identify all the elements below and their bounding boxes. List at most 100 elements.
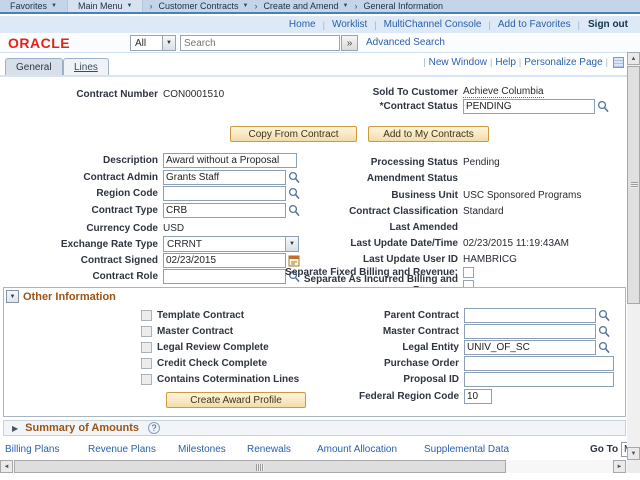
processing-status-value: Pending: [463, 157, 500, 168]
last-update-user-label: Last Update User ID: [258, 254, 458, 265]
separator: |: [374, 20, 376, 30]
federal-region-code-row: Federal Region Code: [259, 388, 492, 404]
sign-out-link[interactable]: Sign out: [588, 19, 628, 30]
revenue-plans-link[interactable]: Revenue Plans: [88, 444, 156, 455]
lookup-icon[interactable]: [597, 100, 609, 113]
expand-section-icon[interactable]: ▶: [12, 424, 18, 433]
search-input[interactable]: [180, 35, 340, 51]
credit-check-complete-checkbox[interactable]: [141, 358, 152, 369]
amendment-status-label: Amendment Status: [258, 173, 458, 184]
scroll-right-button[interactable]: ►: [613, 460, 626, 473]
breadcrumb-customer-contracts[interactable]: Customer Contracts ▼: [158, 1, 248, 11]
breadcrumb-separator-icon: ›: [149, 1, 152, 11]
help-link[interactable]: Help: [495, 57, 516, 68]
oracle-logo: ORACLE: [8, 35, 70, 51]
collapse-section-button[interactable]: ▼: [6, 290, 19, 303]
scroll-left-button[interactable]: ◄: [0, 460, 13, 473]
proposal-id-label: Proposal ID: [259, 374, 459, 385]
horizontal-scrollbar[interactable]: ◄ ►: [0, 460, 627, 473]
proposal-id-input[interactable]: [464, 372, 614, 387]
parent-contract-input[interactable]: [464, 308, 596, 323]
search-scope-select[interactable]: All ▼: [130, 35, 176, 51]
lookup-icon[interactable]: [598, 341, 610, 354]
separator: |: [323, 20, 325, 30]
lookup-icon[interactable]: [598, 325, 610, 338]
processing-status-row: Processing Status Pending: [258, 154, 628, 170]
amount-allocation-link[interactable]: Amount Allocation: [317, 444, 397, 455]
separate-fixed-billing-checkbox[interactable]: [463, 267, 474, 278]
master-contract-checkbox-row: Master Contract: [141, 324, 233, 338]
other-information-title: Other Information: [23, 291, 116, 303]
breadcrumb-main-menu[interactable]: Main Menu ▼: [67, 0, 143, 12]
billing-plans-link[interactable]: Billing Plans: [5, 444, 59, 455]
multichannel-console-link[interactable]: MultiChannel Console: [384, 19, 482, 30]
legal-entity-input[interactable]: [464, 340, 596, 355]
contract-classification-label: Contract Classification: [258, 206, 458, 217]
breadcrumb-general-information: General Information: [363, 1, 443, 11]
main-menu-label: Main Menu: [78, 1, 123, 11]
contract-classification-row: Contract Classification Standard: [258, 203, 628, 219]
currency-code-value: USD: [163, 223, 184, 234]
new-window-link[interactable]: New Window: [429, 57, 487, 68]
purchase-order-input[interactable]: [464, 356, 614, 371]
help-icon[interactable]: ?: [148, 422, 160, 434]
search-bar-row: ORACLE All ▼ » Advanced Search: [0, 33, 640, 53]
master-contract-checkbox[interactable]: [141, 326, 152, 337]
contract-status-label: *Contract Status: [258, 101, 458, 112]
contract-status-input[interactable]: [463, 99, 595, 114]
master-contract-input[interactable]: [464, 324, 596, 339]
business-unit-value: USC Sponsored Programs: [463, 190, 581, 201]
general-information-label: General Information: [363, 1, 443, 11]
horizontal-scrollbar-thumb[interactable]: [14, 460, 506, 473]
personalize-page-link[interactable]: Personalize Page: [524, 57, 602, 68]
search-go-button[interactable]: »: [341, 35, 358, 51]
last-update-datetime-value: 02/23/2015 11:19:43AM: [463, 238, 569, 249]
legal-review-complete-checkbox[interactable]: [141, 342, 152, 353]
contains-cotermination-lines-checkbox[interactable]: [141, 374, 152, 385]
processing-status-label: Processing Status: [258, 157, 458, 168]
tab-general[interactable]: General: [5, 58, 63, 75]
scroll-down-button[interactable]: ▼: [627, 447, 640, 460]
chevron-down-icon: ▼: [242, 3, 248, 9]
search-scope-value: All: [131, 38, 162, 49]
federal-region-code-input[interactable]: [464, 389, 492, 404]
renewals-link[interactable]: Renewals: [247, 444, 291, 455]
copy-url-icon[interactable]: [613, 57, 624, 68]
master-contract-checkbox-label: Master Contract: [157, 326, 233, 337]
scroll-up-button[interactable]: ▲: [627, 52, 640, 65]
master-contract-field-row: Master Contract: [259, 323, 610, 339]
template-contract-checkbox[interactable]: [141, 310, 152, 321]
legal-review-complete-row: Legal Review Complete: [141, 340, 269, 354]
milestones-link[interactable]: Milestones: [178, 444, 226, 455]
summary-of-amounts-section: ▶ Summary of Amounts ?: [3, 420, 626, 436]
vertical-scrollbar-thumb[interactable]: [627, 66, 640, 304]
home-link[interactable]: Home: [289, 19, 316, 30]
sold-to-customer-value[interactable]: Achieve Columbia: [463, 86, 544, 98]
chevron-down-icon[interactable]: ▼: [162, 36, 175, 50]
contract-classification-value: Standard: [463, 206, 504, 217]
breadcrumb-create-and-amend[interactable]: Create and Amend ▼: [263, 1, 348, 11]
region-code-label: Region Code: [0, 188, 158, 199]
purchase-order-row: Purchase Order: [259, 355, 614, 371]
business-unit-row: Business Unit USC Sponsored Programs: [258, 187, 628, 203]
supplemental-data-link[interactable]: Supplemental Data: [424, 444, 509, 455]
summary-of-amounts-title[interactable]: Summary of Amounts: [25, 422, 139, 434]
vertical-scrollbar[interactable]: ▲ ▼: [627, 52, 640, 460]
currency-code-label: Currency Code: [0, 223, 158, 234]
legal-review-complete-label: Legal Review Complete: [157, 342, 269, 353]
worklist-link[interactable]: Worklist: [332, 19, 367, 30]
chevron-down-icon: ▼: [51, 3, 57, 9]
add-to-my-contracts-button[interactable]: Add to My Contracts: [368, 126, 489, 142]
create-and-amend-label: Create and Amend: [263, 1, 338, 11]
add-to-favorites-link[interactable]: Add to Favorites: [498, 19, 571, 30]
tab-lines[interactable]: Lines: [63, 58, 109, 75]
contract-number-label: Contract Number: [0, 89, 158, 100]
breadcrumb-favorites[interactable]: Favorites ▼: [0, 0, 67, 12]
favorites-label: Favorites: [10, 1, 47, 11]
copy-from-contract-button[interactable]: Copy From Contract: [230, 126, 357, 142]
sold-to-customer-label: Sold To Customer: [258, 87, 458, 98]
advanced-search-link[interactable]: Advanced Search: [366, 37, 445, 48]
lookup-icon[interactable]: [598, 309, 610, 322]
last-update-datetime-row: Last Update Date/Time 02/23/2015 11:19:4…: [258, 235, 628, 251]
credit-check-complete-label: Credit Check Complete: [157, 358, 267, 369]
